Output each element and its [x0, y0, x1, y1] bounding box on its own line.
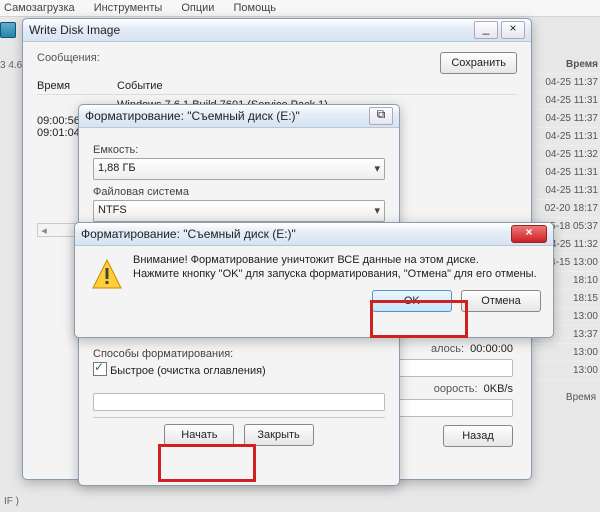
confirm-dialog: Форматирование: "Съемный диск (E:)" × Вн…	[74, 222, 554, 338]
back-button[interactable]: Назад	[443, 425, 513, 447]
start-button[interactable]: Начать	[164, 424, 234, 446]
warning-line2: Нажмите кнопку "OK" для запуска форматир…	[87, 268, 541, 280]
win1-title: Write Disk Image	[29, 23, 471, 37]
close-button-2[interactable]: Закрыть	[244, 424, 314, 446]
quick-format-label: Быстрое (очистка оглавления)	[110, 365, 266, 377]
footer-text: IF )	[4, 496, 19, 507]
save-button[interactable]: Сохранить	[440, 52, 517, 74]
bg-col-header: Время	[524, 56, 598, 74]
menu-tools[interactable]: Инструменты	[94, 2, 163, 14]
cancel-button[interactable]: Отмена	[461, 290, 541, 312]
bg-col-header-2: Время	[566, 392, 596, 403]
close-button[interactable]: ⧉	[369, 107, 393, 125]
capacity-label: Емкость:	[93, 144, 385, 156]
filesystem-select[interactable]: NTFS	[93, 200, 385, 222]
filesystem-label: Файловая система	[93, 186, 385, 198]
bg-version: 3 4.6	[0, 60, 22, 71]
messages-label: Сообщения:	[37, 52, 100, 74]
app-icon	[0, 22, 16, 38]
format-ways-label: Способы форматирования:	[93, 348, 385, 360]
win2-title: Форматирование: "Съемный диск (E:)"	[85, 109, 366, 123]
remaining-label: алось:	[431, 343, 464, 355]
warning-line1: Внимание! Форматирование уничтожит ВСЕ д…	[87, 254, 541, 266]
speed-value: 0KB/s	[484, 383, 513, 395]
speed-label: оорость:	[434, 383, 478, 395]
format-progress	[93, 393, 385, 411]
col-event: Событие	[117, 80, 517, 92]
close-button[interactable]: ×	[501, 21, 525, 39]
remaining-value: 00:00:00	[470, 343, 513, 355]
menu-autoload[interactable]: Самозагрузка	[4, 2, 75, 14]
main-menu[interactable]: Самозагрузка Инструменты Опции Помощь	[0, 0, 600, 17]
capacity-select[interactable]: 1,88 ГБ	[93, 158, 385, 180]
close-icon[interactable]: ×	[511, 225, 547, 243]
menu-options[interactable]: Опции	[181, 2, 214, 14]
minimize-button[interactable]: _	[474, 21, 498, 39]
col-time: Время	[37, 80, 117, 92]
ok-button[interactable]: OK	[372, 290, 452, 312]
win3-title: Форматирование: "Съемный диск (E:)"	[81, 227, 507, 241]
menu-help[interactable]: Помощь	[234, 2, 277, 14]
quick-format-checkbox[interactable]	[93, 362, 107, 376]
warning-icon	[91, 258, 123, 290]
